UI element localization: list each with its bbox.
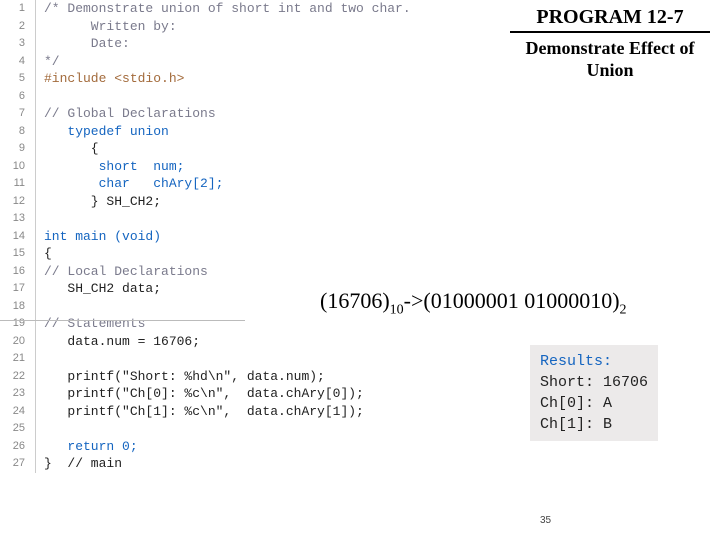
line-number: 11 xyxy=(0,175,25,193)
code-line: /* Demonstrate union of short int and tw… xyxy=(44,0,411,18)
code-line: short num; xyxy=(44,158,411,176)
code-line xyxy=(44,210,411,228)
line-number: 18 xyxy=(0,298,25,316)
line-number: 19 xyxy=(0,315,25,333)
binary-base: 2 xyxy=(620,302,627,317)
results-box: Results: Short: 16706 Ch[0]: A Ch[1]: B xyxy=(530,345,658,441)
code-line: char chAry[2]; xyxy=(44,175,411,193)
line-number: 21 xyxy=(0,350,25,368)
line-number: 5 xyxy=(0,70,25,88)
code-line: Written by: xyxy=(44,18,411,36)
code-line: printf("Ch[1]: %c\n", data.chAry[1]); xyxy=(44,403,411,421)
line-number: 25 xyxy=(0,420,25,438)
line-number: 4 xyxy=(0,53,25,71)
results-line: Ch[1]: B xyxy=(540,414,648,435)
code-line: data.num = 16706; xyxy=(44,333,411,351)
line-number: 20 xyxy=(0,333,25,351)
horizontal-divider xyxy=(0,320,245,321)
code-line: #include <stdio.h> xyxy=(44,70,411,88)
line-number: 1 xyxy=(0,0,25,18)
code-line: printf("Ch[0]: %c\n", data.chAry[0]); xyxy=(44,385,411,403)
line-number: 17 xyxy=(0,280,25,298)
line-number: 23 xyxy=(0,385,25,403)
code-line: } // main xyxy=(44,455,411,473)
line-number: 13 xyxy=(0,210,25,228)
line-number: 16 xyxy=(0,263,25,281)
program-heading: PROGRAM 12-7 xyxy=(510,6,710,33)
binary-conversion-formula: (16706)10->(01000001 01000010)2 xyxy=(320,288,627,318)
decimal-value: (16706) xyxy=(320,288,390,313)
line-number: 26 xyxy=(0,438,25,456)
code-line: // Global Declarations xyxy=(44,105,411,123)
arrow: -> xyxy=(404,288,424,313)
line-number: 7 xyxy=(0,105,25,123)
results-line: Short: 16706 xyxy=(540,372,648,393)
source-code: /* Demonstrate union of short int and tw… xyxy=(36,0,411,473)
line-number: 6 xyxy=(0,88,25,106)
program-subheading: Demonstrate Effect of Union xyxy=(510,38,710,81)
binary-value: (01000001 01000010) xyxy=(423,288,619,313)
code-line: // Local Declarations xyxy=(44,263,411,281)
line-number: 10 xyxy=(0,158,25,176)
code-line: Date: xyxy=(44,35,411,53)
line-number: 14 xyxy=(0,228,25,246)
line-number: 3 xyxy=(0,35,25,53)
code-area: 1234567891011121314151617181920212223242… xyxy=(0,0,411,473)
line-number: 9 xyxy=(0,140,25,158)
code-line: { xyxy=(44,140,411,158)
decimal-base: 10 xyxy=(390,302,404,317)
code-line xyxy=(44,350,411,368)
line-number: 2 xyxy=(0,18,25,36)
results-title: Results: xyxy=(540,351,648,372)
page-number: 35 xyxy=(540,515,551,526)
code-line xyxy=(44,88,411,106)
line-number: 15 xyxy=(0,245,25,263)
code-line: return 0; xyxy=(44,438,411,456)
code-line xyxy=(44,420,411,438)
code-line: int main (void) xyxy=(44,228,411,246)
line-number-gutter: 1234567891011121314151617181920212223242… xyxy=(0,0,36,473)
line-number: 12 xyxy=(0,193,25,211)
line-number: 24 xyxy=(0,403,25,421)
code-line: { xyxy=(44,245,411,263)
line-number: 27 xyxy=(0,455,25,473)
code-line: typedef union xyxy=(44,123,411,141)
line-number: 8 xyxy=(0,123,25,141)
code-line: printf("Short: %hd\n", data.num); xyxy=(44,368,411,386)
line-number: 22 xyxy=(0,368,25,386)
results-line: Ch[0]: A xyxy=(540,393,648,414)
code-line: */ xyxy=(44,53,411,71)
code-line: } SH_CH2; xyxy=(44,193,411,211)
